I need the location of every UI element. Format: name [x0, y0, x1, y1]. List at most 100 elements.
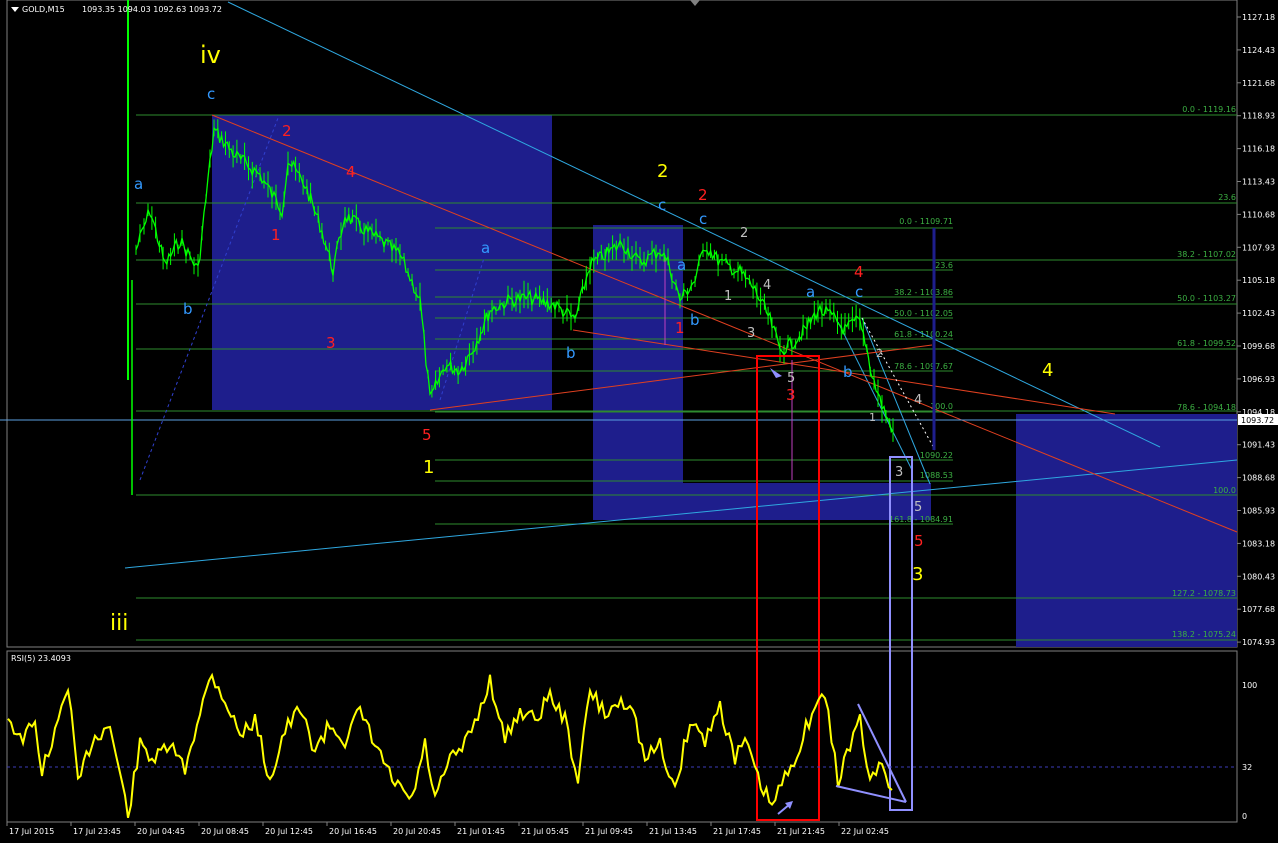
indicator-frame [6, 650, 1238, 823]
time-tick-label: 21 Jul 17:45 [713, 827, 761, 836]
price-axis: 1127.18 1124.43 1121.68 1118.93 1116.18 1113.… [1237, 13, 1275, 647]
wave-label: 4 [854, 263, 864, 281]
svg-text:50.0 - 1102.05: 50.0 - 1102.05 [894, 309, 953, 318]
cyan-trendline [837, 321, 913, 471]
wave-label: 1 [869, 411, 876, 424]
time-tick-label: 21 Jul 21:45 [777, 827, 825, 836]
svg-text:127.2 - 1078.73: 127.2 - 1078.73 [1172, 589, 1236, 598]
price-tick-label: 1105.18 [1242, 276, 1275, 285]
price-tick-label: 1080.43 [1242, 572, 1275, 581]
wave-label: b [690, 311, 700, 329]
time-tick-label: 21 Jul 05:45 [521, 827, 569, 836]
svg-text:23.6: 23.6 [935, 261, 953, 270]
scroll-marker-icon[interactable] [690, 0, 700, 6]
highlight-box-red [756, 355, 820, 821]
svg-text:38.2 - 1103.86: 38.2 - 1103.86 [894, 288, 953, 297]
rsi-trendline [835, 785, 907, 803]
wave-label: 2 [657, 161, 668, 182]
wave-label: b [843, 363, 853, 381]
wave-label: 5 [787, 371, 795, 386]
time-tick-label: 17 Jul 2015 [9, 827, 54, 836]
current-price-label: 1093.72 [1241, 416, 1274, 425]
time-tick-label: 17 Jul 23:45 [73, 827, 121, 836]
svg-text:0.0 - 1109.71: 0.0 - 1109.71 [899, 217, 953, 226]
svg-text:78.6 - 1094.18: 78.6 - 1094.18 [1177, 403, 1236, 412]
wave-zones [212, 115, 1237, 647]
symbol-label: GOLD,M15 [22, 5, 65, 14]
svg-text:161.8 - 1084.91: 161.8 - 1084.91 [889, 515, 953, 524]
wave-label: 3 [786, 386, 796, 404]
triangle-down-icon[interactable] [11, 7, 19, 12]
wave-label-iii: iii [110, 611, 128, 636]
arrow-icon [770, 368, 782, 378]
price-tick-label: 1102.43 [1242, 309, 1275, 318]
time-tick-label: 20 Jul 12:45 [265, 827, 313, 836]
price-tick-label: 1127.18 [1242, 13, 1275, 22]
wave-label: a [481, 239, 490, 257]
price-tick-label: 1113.43 [1242, 178, 1275, 187]
wave-label: 3 [895, 465, 903, 480]
wave-label: 1 [423, 457, 434, 478]
price-tick-label: 1121.68 [1242, 79, 1275, 88]
wave-label: b [566, 344, 576, 362]
svg-text:0.0 - 1119.16: 0.0 - 1119.16 [1182, 105, 1236, 114]
wave-label: 5 [422, 426, 432, 444]
svg-text:138.2 - 1075.24: 138.2 - 1075.24 [1172, 630, 1236, 639]
price-tick-label: 1085.93 [1242, 507, 1275, 516]
svg-text:23.6: 23.6 [1218, 193, 1236, 202]
wave-label: 1 [675, 319, 685, 337]
wave-label: 3 [912, 564, 923, 585]
price-tick-label: 1088.68 [1242, 474, 1275, 483]
price-tick-label: 1074.93 [1242, 638, 1275, 647]
price-tick-label: 1124.43 [1242, 46, 1275, 55]
wave-label: 1 [724, 289, 732, 304]
price-tick-label: 1083.18 [1242, 539, 1275, 548]
time-tick-label: 22 Jul 02:45 [841, 827, 889, 836]
time-tick-label: 21 Jul 09:45 [585, 827, 633, 836]
wave-label: 2 [876, 347, 883, 360]
wave-label: b [183, 300, 193, 318]
indicator-label: RSI(5) 23.4093 [11, 654, 71, 663]
wave-label: 4 [1042, 360, 1053, 381]
wave-label: 2 [698, 186, 708, 204]
price-tick-label: 1077.68 [1242, 605, 1275, 614]
zone-box [1016, 414, 1237, 647]
price-tick-label: 1096.93 [1242, 375, 1275, 384]
wave-label: c [855, 283, 863, 301]
rsi-level-label: 32 [1242, 763, 1252, 772]
wave-label: 4 [346, 163, 356, 181]
svg-text:38.2 - 1107.02: 38.2 - 1107.02 [1177, 250, 1236, 259]
trading-chart[interactable]: 0.0 - 1119.16 23.6 0.0 - 1109.71 38.2 - … [0, 0, 1278, 843]
wave-label: 2 [282, 122, 292, 140]
wave-label: 2 [740, 226, 748, 241]
wave-label: a [806, 283, 815, 301]
svg-text:61.8 - 1099.52: 61.8 - 1099.52 [1177, 339, 1236, 348]
wave-label: 5 [914, 532, 924, 550]
quote-label: 1093.35 1094.03 1092.63 1093.72 [82, 5, 222, 14]
time-tick-label: 21 Jul 01:45 [457, 827, 505, 836]
wave-label: 1 [271, 226, 281, 244]
price-tick-label: 1099.68 [1242, 342, 1275, 351]
svg-text:50.0 - 1103.27: 50.0 - 1103.27 [1177, 294, 1236, 303]
rsi-level-label: 0 [1242, 812, 1247, 821]
wave-label: c [699, 210, 707, 228]
time-tick-label: 20 Jul 08:45 [201, 827, 249, 836]
time-axis: 17 Jul 2015 17 Jul 23:45 20 Jul 04:45 20 Ju… [6, 822, 889, 836]
svg-text:78.6 - 1097.67: 78.6 - 1097.67 [894, 362, 953, 371]
price-tick-label: 1107.93 [1242, 243, 1275, 252]
wave-label: 4 [763, 278, 771, 293]
price-tick-label: 1118.93 [1242, 112, 1275, 121]
wave-label: 3 [326, 334, 336, 352]
zone-box [212, 115, 552, 410]
wave-label: a [677, 256, 686, 274]
wave-label: 4 [914, 393, 922, 408]
rsi-level-label: 100 [1242, 681, 1257, 690]
time-tick-label: 20 Jul 16:45 [329, 827, 377, 836]
wave-label: a [134, 175, 143, 193]
wave-label: 3 [747, 326, 755, 341]
time-tick-label: 21 Jul 13:45 [649, 827, 697, 836]
svg-text:100.0: 100.0 [1213, 486, 1236, 495]
price-tick-label: 1116.18 [1242, 145, 1275, 154]
wave-label: c [207, 85, 215, 103]
wave-label: 5 [914, 500, 922, 515]
